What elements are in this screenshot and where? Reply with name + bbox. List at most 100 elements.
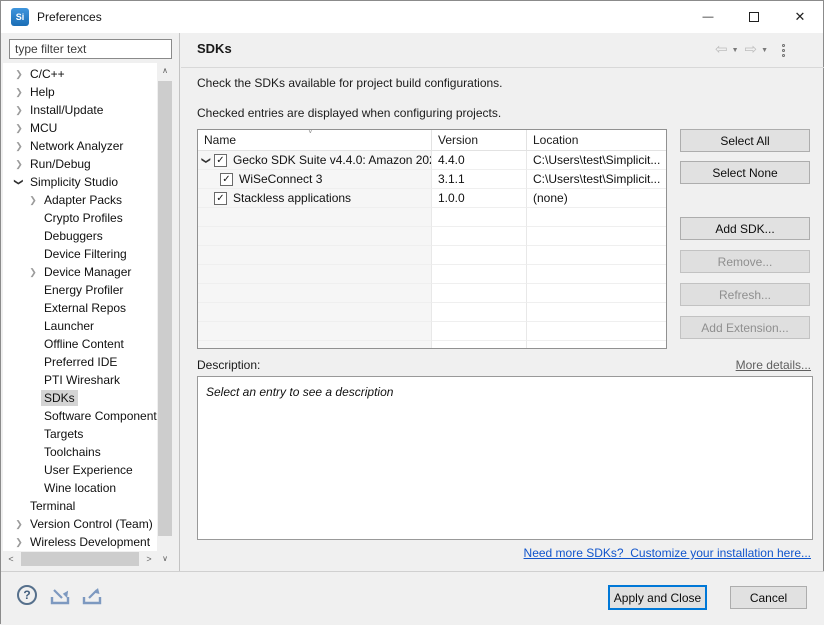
- tree-item-label: Offline Content: [41, 336, 127, 352]
- sdk-table: ˅ Name Version Location ❯✓Gecko SDK Suit…: [197, 129, 667, 349]
- checkbox-checked-icon[interactable]: ✓: [214, 154, 227, 167]
- table-row-empty: [198, 322, 666, 341]
- add-sdk-button[interactable]: Add SDK...: [680, 217, 810, 240]
- cancel-button[interactable]: Cancel: [730, 586, 807, 609]
- tree-item-terminal[interactable]: Terminal: [3, 497, 157, 515]
- tree-item-simplicity-studio[interactable]: ❯Simplicity Studio: [3, 173, 157, 191]
- cell-name: ✓ Stackless applications: [198, 189, 432, 208]
- window-title: Preferences: [37, 10, 102, 24]
- table-row-empty: [198, 246, 666, 265]
- chevron-right-icon[interactable]: ❯: [11, 533, 27, 551]
- chevron-right-icon[interactable]: ❯: [11, 515, 27, 533]
- tree-item-install-update[interactable]: ❯Install/Update: [3, 101, 157, 119]
- chevron-right-icon[interactable]: ❯: [11, 65, 27, 83]
- cell-name: ✓WiSeConnect 3: [198, 170, 432, 189]
- back-icon[interactable]: ⇦: [715, 40, 728, 60]
- tree-item-crypto-profiles[interactable]: Crypto Profiles: [3, 209, 157, 227]
- tree-item-run-debug[interactable]: ❯Run/Debug: [3, 155, 157, 173]
- tree-vertical-scrollbar[interactable]: ∧ ∨: [157, 63, 173, 567]
- export-preferences-icon[interactable]: [81, 587, 105, 607]
- cell-version: 3.1.1: [432, 170, 527, 189]
- cell-empty: [527, 227, 666, 246]
- cell-empty: [527, 246, 666, 265]
- chevron-right-icon[interactable]: ❯: [11, 101, 27, 119]
- vertical-scroll-thumb[interactable]: [158, 81, 172, 536]
- description-box: Select an entry to see a description: [197, 376, 813, 540]
- chevron-right-icon[interactable]: ❯: [25, 191, 41, 209]
- tree-item-preferred-ide[interactable]: Preferred IDE: [3, 353, 157, 371]
- apply-and-close-button[interactable]: Apply and Close: [608, 585, 707, 610]
- column-header-version[interactable]: Version: [432, 130, 527, 150]
- scroll-down-icon[interactable]: ∨: [157, 551, 173, 567]
- tree-item-device-manager[interactable]: ❯Device Manager: [3, 263, 157, 281]
- tree-item-targets[interactable]: Targets: [3, 425, 157, 443]
- tree-item-external-repos[interactable]: External Repos: [3, 299, 157, 317]
- tree-item-label: Crypto Profiles: [41, 210, 126, 226]
- table-row-wiseconnect-3[interactable]: ✓WiSeConnect 33.1.1C:\Users\test\Simplic…: [198, 170, 666, 189]
- tree-item-help[interactable]: ❯Help: [3, 83, 157, 101]
- forward-dropdown-icon[interactable]: ▼: [761, 47, 768, 54]
- tree-item-offline-content[interactable]: Offline Content: [3, 335, 157, 353]
- sdk-name: Stackless applications: [233, 191, 351, 205]
- more-details-link[interactable]: More details...: [736, 358, 811, 372]
- back-dropdown-icon[interactable]: ▼: [732, 47, 739, 54]
- import-preferences-icon[interactable]: [49, 587, 73, 607]
- tree-item-sdks[interactable]: SDKs: [3, 389, 157, 407]
- tree-item-label: Debuggers: [41, 228, 106, 244]
- chevron-right-icon[interactable]: ❯: [11, 119, 27, 137]
- remove-button[interactable]: Remove...: [680, 250, 810, 273]
- horizontal-scroll-thumb[interactable]: [21, 552, 139, 566]
- cell-location: (none): [527, 189, 666, 208]
- tree-item-c-c[interactable]: ❯C/C++: [3, 65, 157, 83]
- tree-horizontal-scrollbar[interactable]: < >: [3, 551, 157, 567]
- customize-installation-link[interactable]: Need more SDKs? Customize your installat…: [524, 546, 811, 560]
- column-header-location[interactable]: Location: [527, 130, 666, 150]
- column-header-name[interactable]: Name: [198, 130, 432, 150]
- chevron-right-icon[interactable]: ❯: [11, 155, 27, 173]
- tree-item-launcher[interactable]: Launcher: [3, 317, 157, 335]
- select-none-button[interactable]: Select None: [680, 161, 810, 184]
- tree-item-wine-location[interactable]: Wine location: [3, 479, 157, 497]
- cell-location: C:\Users\test\Simplicit...: [527, 170, 666, 189]
- description-placeholder: Select an entry to see a description: [206, 385, 393, 399]
- chevron-right-icon[interactable]: ❯: [11, 137, 27, 155]
- chevron-down-icon[interactable]: ❯: [198, 155, 214, 166]
- add-extension-button[interactable]: Add Extension...: [680, 316, 810, 339]
- scroll-up-icon[interactable]: ∧: [157, 63, 173, 79]
- tree-item-mcu[interactable]: ❯MCU: [3, 119, 157, 137]
- chevron-down-icon[interactable]: ❯: [11, 173, 27, 191]
- tree-item-adapter-packs[interactable]: ❯Adapter Packs: [3, 191, 157, 209]
- tree-item-label: PTI Wireshark: [41, 372, 123, 388]
- checkbox-checked-icon[interactable]: ✓: [214, 192, 227, 205]
- refresh-button[interactable]: Refresh...: [680, 283, 810, 306]
- minimize-button[interactable]: —: [685, 1, 731, 32]
- table-row-stackless-applications[interactable]: ✓Stackless applications1.0.0(none): [198, 189, 666, 208]
- checkbox-checked-icon[interactable]: ✓: [220, 173, 233, 186]
- forward-icon[interactable]: ⇨: [745, 40, 758, 60]
- tree-item-pti-wireshark[interactable]: PTI Wireshark: [3, 371, 157, 389]
- tree-item-user-experience[interactable]: User Experience: [3, 461, 157, 479]
- view-menu-icon[interactable]: [782, 44, 785, 57]
- scroll-left-icon[interactable]: <: [3, 551, 19, 567]
- description-label: Description:: [197, 358, 260, 372]
- tree-item-version-control-team[interactable]: ❯Version Control (Team): [3, 515, 157, 533]
- tree-item-energy-profiler[interactable]: Energy Profiler: [3, 281, 157, 299]
- cell-empty: [198, 341, 432, 349]
- chevron-right-icon[interactable]: ❯: [11, 83, 27, 101]
- tree-item-device-filtering[interactable]: Device Filtering: [3, 245, 157, 263]
- cell-empty: [432, 303, 527, 322]
- scroll-right-icon[interactable]: >: [141, 551, 157, 567]
- table-row-gecko-sdk-suite-v4-4-0-amazon-2020[interactable]: ❯✓Gecko SDK Suite v4.4.0: Amazon 20204.4…: [198, 151, 666, 170]
- tree-item-debuggers[interactable]: Debuggers: [3, 227, 157, 245]
- page-title: SDKs: [197, 41, 232, 56]
- close-button[interactable]: ✕: [777, 1, 823, 32]
- help-icon[interactable]: ?: [17, 585, 37, 605]
- tree-item-software-components[interactable]: Software Components: [3, 407, 157, 425]
- filter-input[interactable]: [9, 39, 172, 59]
- tree-item-wireless-development[interactable]: ❯Wireless Development: [3, 533, 157, 551]
- tree-item-toolchains[interactable]: Toolchains: [3, 443, 157, 461]
- chevron-right-icon[interactable]: ❯: [25, 263, 41, 281]
- tree-item-network-analyzer[interactable]: ❯Network Analyzer: [3, 137, 157, 155]
- select-all-button[interactable]: Select All: [680, 129, 810, 152]
- maximize-button[interactable]: [731, 1, 777, 32]
